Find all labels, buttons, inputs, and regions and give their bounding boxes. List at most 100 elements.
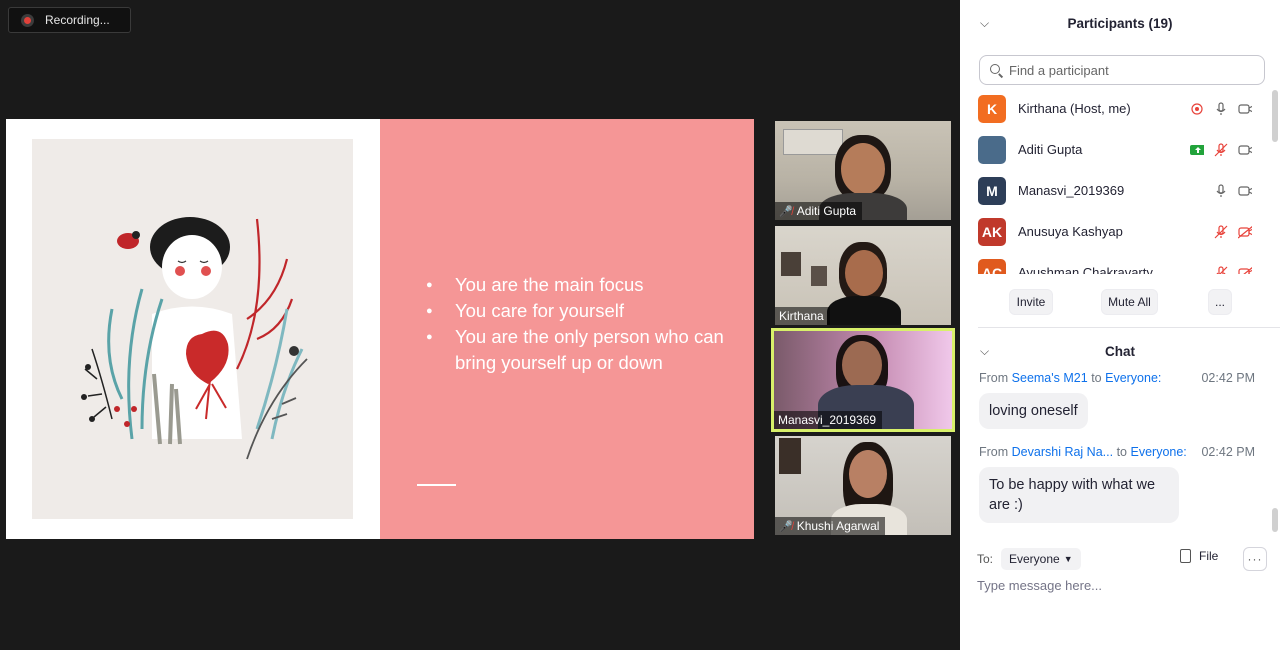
chat-sender[interactable]: Seema's M21 xyxy=(1012,371,1088,385)
participant-actions: Invite Mute All ... xyxy=(960,289,1280,315)
chat-recipient-row: To: Everyone ▼ File ··· xyxy=(977,547,1267,571)
recipient-dropdown[interactable]: Everyone ▼ xyxy=(1001,548,1081,570)
video-tile-kirthana[interactable]: Kirthana xyxy=(775,226,951,325)
slide-divider xyxy=(417,484,456,486)
avatar-photo xyxy=(978,135,1006,164)
chat-recipient[interactable]: Everyone: xyxy=(1105,371,1161,385)
video-name-label: Manasvi_2019369 xyxy=(774,411,883,429)
to-label: To: xyxy=(977,552,994,566)
participant-row[interactable]: K Kirthana (Host, me) xyxy=(960,88,1272,129)
participant-row[interactable]: AC Ayushman Chakravarty xyxy=(960,252,1272,274)
microphone-muted-icon[interactable] xyxy=(1214,224,1228,239)
participant-row[interactable]: AK Anusuya Kashyap xyxy=(960,211,1272,252)
chat-bubble: To be happy with what we are :) xyxy=(979,467,1179,523)
recipient-value: Everyone xyxy=(1009,552,1060,566)
participant-controls xyxy=(1214,183,1252,198)
participant-list-scrollbar[interactable] xyxy=(1272,90,1278,142)
participant-name: Anusuya Kashyap xyxy=(1018,224,1123,239)
participant-row[interactable]: M Manasvi_2019369 xyxy=(960,170,1272,211)
file-icon xyxy=(1180,549,1191,563)
chat-messages: From Seema's M21 to Everyone: 02:42 PM l… xyxy=(960,366,1272,534)
slide-illustration xyxy=(32,139,353,519)
participant-controls xyxy=(1190,142,1252,157)
recording-indicator[interactable]: Recording... xyxy=(8,7,131,33)
participant-row[interactable]: Aditi Gupta xyxy=(960,129,1272,170)
torso xyxy=(827,296,901,325)
chat-more-button[interactable]: ··· xyxy=(1243,547,1267,571)
side-panel: ⌵ Participants (19) K Kirthana (Host, me… xyxy=(960,0,1280,650)
from-label: From xyxy=(979,445,1009,459)
chat-message-input[interactable] xyxy=(977,578,1257,593)
video-off-icon[interactable] xyxy=(1238,266,1252,274)
to-label: to xyxy=(1116,445,1128,459)
participant-name: Manasvi_2019369 xyxy=(1018,183,1125,198)
record-icon xyxy=(21,13,34,27)
avatar: K xyxy=(978,94,1006,123)
microphone-muted-icon[interactable] xyxy=(1214,142,1228,157)
video-name-label: Kirthana xyxy=(775,307,830,325)
video-name-label: 🎤̸ Aditi Gupta xyxy=(775,202,863,220)
participant-list: K Kirthana (Host, me) Aditi Gupta M Mana… xyxy=(960,88,1272,274)
file-button[interactable]: File xyxy=(1180,549,1218,563)
participant-name: Kirthana (Host, me) xyxy=(1018,101,1131,116)
participant-controls xyxy=(1214,224,1252,239)
participant-name: Khushi Agarwal xyxy=(796,519,880,533)
participant-controls xyxy=(1214,265,1252,274)
participants-title: Participants (19) xyxy=(1067,16,1173,31)
avatar: M xyxy=(978,176,1006,205)
chat-recipient[interactable]: Everyone: xyxy=(1131,445,1187,459)
face xyxy=(841,143,885,195)
face xyxy=(842,341,882,389)
wall-frame xyxy=(779,438,801,474)
video-tile-manasvi-active[interactable]: Manasvi_2019369 xyxy=(771,328,955,432)
participant-search[interactable] xyxy=(979,55,1265,85)
to-label: to xyxy=(1091,371,1102,385)
participants-more-button[interactable]: ... xyxy=(1208,289,1232,315)
microphone-muted-icon[interactable] xyxy=(1214,265,1228,274)
slide-bullet: You care for yourself xyxy=(426,298,736,324)
file-label: File xyxy=(1199,549,1219,563)
chat-message-header: From Seema's M21 to Everyone: 02:42 PM xyxy=(979,371,1255,385)
chat-sender[interactable]: Devarshi Raj Na... xyxy=(1012,445,1113,459)
video-camera-icon[interactable] xyxy=(1238,143,1252,157)
mic-muted-icon: 🎤̸ xyxy=(779,520,793,533)
invite-button[interactable]: Invite xyxy=(1009,289,1053,315)
participant-name: Kirthana xyxy=(779,309,824,323)
microphone-icon[interactable] xyxy=(1214,101,1228,116)
video-tile-khushi[interactable]: 🎤̸ Khushi Agarwal xyxy=(775,436,951,535)
face xyxy=(845,250,883,296)
chat-bubble: loving oneself xyxy=(979,393,1088,429)
chevron-down-icon: ▼ xyxy=(1063,554,1073,564)
video-camera-icon[interactable] xyxy=(1238,102,1252,116)
search-icon xyxy=(990,63,1003,77)
participant-name: Ayushman Chakravarty xyxy=(1018,265,1153,274)
wall-frame xyxy=(781,252,801,276)
shared-slide: You are the main focus You care for your… xyxy=(6,119,754,539)
screen-share-icon xyxy=(1190,143,1204,157)
video-camera-icon[interactable] xyxy=(1238,184,1252,198)
mute-all-button[interactable]: Mute All xyxy=(1101,289,1158,315)
face xyxy=(849,450,887,498)
mic-muted-icon: 🎤̸ xyxy=(779,205,793,218)
avatar: AC xyxy=(978,258,1006,274)
panel-divider xyxy=(978,327,1280,328)
participants-header: ⌵ Participants (19) xyxy=(960,0,1280,46)
slide-left-panel xyxy=(6,119,380,539)
chat-time: 02:42 PM xyxy=(1201,445,1255,459)
slide-right-panel: You are the main focus You care for your… xyxy=(380,119,754,539)
from-label: From xyxy=(979,371,1009,385)
recording-label: Recording... xyxy=(45,13,110,27)
chat-time: 02:42 PM xyxy=(1201,371,1255,385)
video-tile-aditi[interactable]: 🎤̸ Aditi Gupta xyxy=(775,121,951,220)
chat-scrollbar[interactable] xyxy=(1272,508,1278,532)
chat-title: Chat xyxy=(1105,344,1135,359)
microphone-icon[interactable] xyxy=(1214,183,1228,198)
avatar: AK xyxy=(978,217,1006,246)
participant-name: Aditi Gupta xyxy=(796,204,857,218)
video-off-icon[interactable] xyxy=(1238,225,1252,239)
slide-bullet-list: You are the main focus You care for your… xyxy=(426,272,736,376)
video-name-label: 🎤̸ Khushi Agarwal xyxy=(775,517,886,535)
participant-name: Manasvi_2019369 xyxy=(778,413,877,427)
participant-search-input[interactable] xyxy=(1009,62,1249,78)
window-ac xyxy=(783,129,843,155)
